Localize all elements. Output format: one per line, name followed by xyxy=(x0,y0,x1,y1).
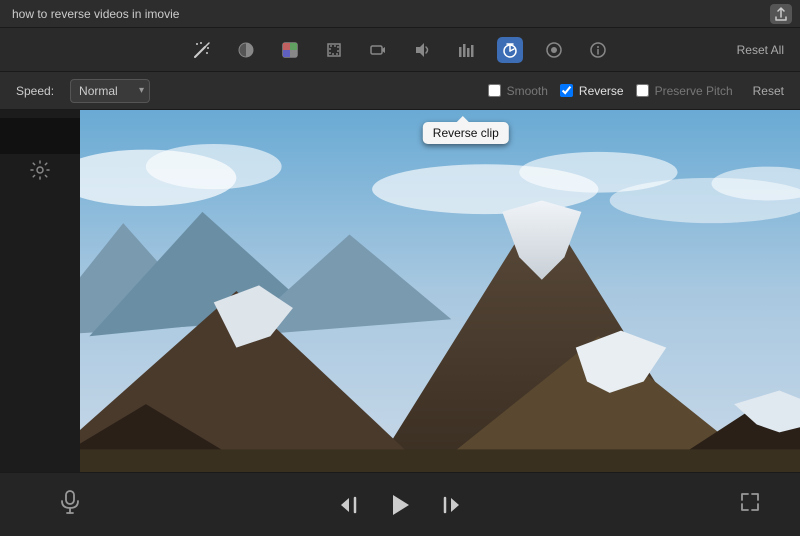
video-wrapper: Reverse clip xyxy=(80,110,800,472)
preserve-pitch-group: Preserve Pitch xyxy=(636,84,733,98)
fullscreen-button[interactable] xyxy=(740,492,760,517)
speed-select-wrapper[interactable]: Normal Slow Fast Custom xyxy=(70,79,150,103)
window-title: how to reverse videos in imovie xyxy=(12,7,179,21)
sidebar-black-bar xyxy=(0,118,80,154)
video-container: Reverse clip xyxy=(80,110,800,472)
title-bar: how to reverse videos in imovie xyxy=(0,0,800,28)
share-button[interactable] xyxy=(770,4,792,24)
toolbar: Reset All xyxy=(0,28,800,72)
color-correction-icon[interactable] xyxy=(233,37,259,63)
skip-forward-button[interactable] xyxy=(441,494,463,516)
reverse-group: Reverse xyxy=(560,84,624,98)
gear-button[interactable] xyxy=(24,154,56,186)
video-preview xyxy=(80,110,800,472)
transport-bar xyxy=(0,472,800,536)
mic-area xyxy=(60,490,80,520)
sidebar xyxy=(0,110,80,472)
skip-back-button[interactable] xyxy=(337,494,359,516)
reset-button[interactable]: Reset xyxy=(753,84,784,98)
video-overlay-icon[interactable] xyxy=(541,37,567,63)
controls-bar: Speed: Normal Slow Fast Custom Smooth Re… xyxy=(0,72,800,110)
info-icon[interactable] xyxy=(585,37,611,63)
reverse-label[interactable]: Reverse xyxy=(579,84,624,98)
preserve-pitch-label[interactable]: Preserve Pitch xyxy=(655,84,733,98)
audio-icon[interactable] xyxy=(409,37,435,63)
crop-icon[interactable] xyxy=(321,37,347,63)
smooth-group: Smooth xyxy=(488,84,548,98)
color-board-icon[interactable] xyxy=(277,37,303,63)
preserve-pitch-checkbox[interactable] xyxy=(636,84,649,97)
mic-button[interactable] xyxy=(60,490,80,520)
equalizer-icon[interactable] xyxy=(453,37,479,63)
speed-select[interactable]: Normal Slow Fast Custom xyxy=(70,79,150,103)
smooth-label[interactable]: Smooth xyxy=(507,84,548,98)
speed-icon[interactable] xyxy=(497,37,523,63)
reverse-checkbox[interactable] xyxy=(560,84,573,97)
fullscreen-area xyxy=(740,492,760,517)
speed-label: Speed: xyxy=(16,84,54,98)
reset-all-button[interactable]: Reset All xyxy=(737,43,784,57)
play-button[interactable] xyxy=(387,492,413,518)
camera-icon[interactable] xyxy=(365,37,391,63)
magic-wand-icon[interactable] xyxy=(189,37,215,63)
smooth-checkbox[interactable] xyxy=(488,84,501,97)
